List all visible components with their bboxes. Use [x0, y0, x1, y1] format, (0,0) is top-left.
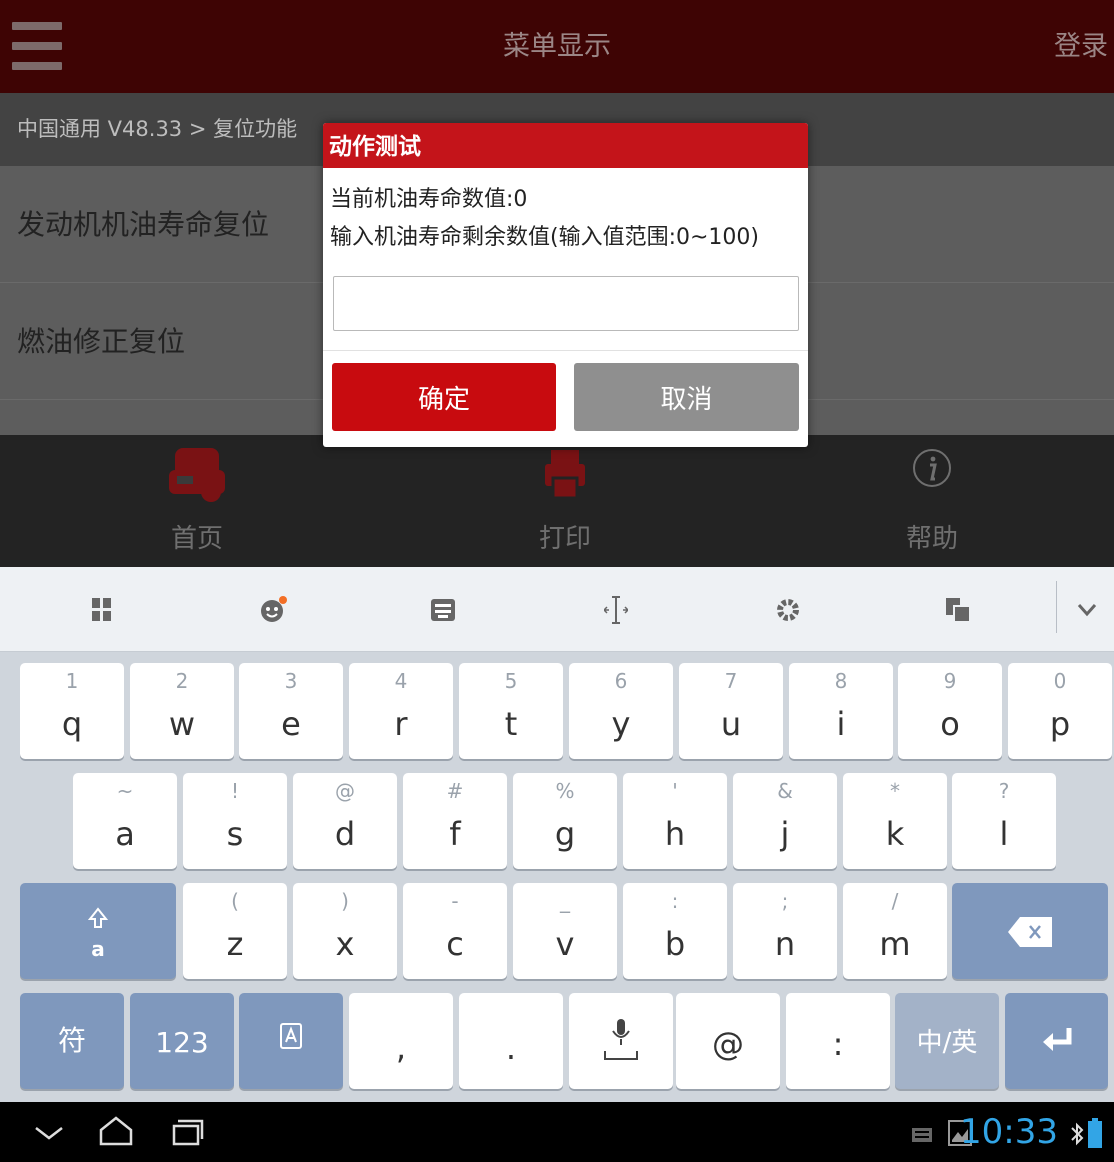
key-r[interactable]: 4r	[349, 663, 453, 759]
language-toggle-key[interactable]: 中/英	[895, 993, 999, 1089]
key-y[interactable]: 6y	[569, 663, 673, 759]
home-icon[interactable]	[98, 1116, 134, 1146]
key-z[interactable]: (z	[183, 883, 287, 979]
number-key[interactable]: 123	[130, 993, 234, 1089]
page-title: 菜单显示	[503, 31, 611, 62]
emoji-icon[interactable]	[233, 567, 313, 651]
key-l[interactable]: ? l	[952, 773, 1056, 869]
help-button[interactable]: 帮助	[862, 440, 1002, 562]
back-icon[interactable]	[32, 1122, 66, 1144]
help-label: 帮助	[905, 524, 958, 554]
clock: 10:33	[960, 1112, 1058, 1152]
info-icon	[913, 449, 951, 487]
key-p[interactable]: 0p	[1008, 663, 1112, 759]
car-icon	[169, 448, 225, 502]
keyboard-status-icon	[912, 1128, 932, 1142]
key-o[interactable]: 9o	[898, 663, 1002, 759]
input-mode-key[interactable]	[239, 993, 343, 1089]
key-m[interactable]: / m	[843, 883, 947, 979]
oil-life-input[interactable]	[333, 276, 799, 331]
key-u[interactable]: 7u	[679, 663, 783, 759]
recent-apps-icon[interactable]	[170, 1118, 204, 1146]
gear-icon[interactable]	[748, 567, 828, 651]
key-v[interactable]: _ v	[513, 883, 617, 979]
comma-key[interactable]: ,	[349, 993, 453, 1089]
keyboard-icon[interactable]	[403, 567, 483, 651]
voice-input-key[interactable]	[569, 993, 673, 1089]
key-q[interactable]: 1q	[20, 663, 124, 759]
key-e[interactable]: 3e	[239, 663, 343, 759]
key-a[interactable]: ~ a	[73, 773, 177, 869]
system-nav-bar	[0, 1102, 1114, 1162]
at-key[interactable]: @	[676, 993, 780, 1089]
key-w[interactable]: 2w	[130, 663, 234, 759]
period-key[interactable]: .	[459, 993, 563, 1089]
home-button[interactable]: 首页	[127, 440, 267, 562]
key-s[interactable]: ! s	[183, 773, 287, 869]
input-prompt-text: 输入机油寿命剩余数值(输入值范围:0~100)	[330, 225, 760, 250]
key-k[interactable]: * k	[843, 773, 947, 869]
bluetooth-icon	[1071, 1122, 1084, 1146]
print-label: 打印	[538, 524, 591, 554]
ime-book-icon	[280, 1023, 302, 1049]
backspace-key[interactable]	[952, 883, 1108, 979]
symbol-key[interactable]: 符	[20, 993, 124, 1089]
print-button[interactable]: 打印	[495, 440, 635, 562]
key-c[interactable]: -c	[403, 883, 507, 979]
key-d[interactable]: @ d	[293, 773, 397, 869]
enter-key[interactable]	[1005, 993, 1108, 1089]
enter-arrow-icon	[1043, 1028, 1072, 1051]
cursor-icon[interactable]	[576, 567, 656, 651]
printer-icon	[545, 450, 585, 500]
shift-arrow-icon	[88, 907, 108, 928]
shift-label: a	[91, 937, 105, 961]
key-b[interactable]: :b	[623, 883, 727, 979]
home-label: 首页	[170, 524, 223, 554]
battery-icon	[1088, 1118, 1102, 1148]
dialog-title: 动作测试	[323, 123, 808, 168]
microphone-icon	[604, 1019, 638, 1060]
key-x[interactable]: ) x	[293, 883, 397, 979]
backspace-icon	[1008, 917, 1052, 947]
key-g[interactable]: % g	[513, 773, 617, 869]
dialog-divider	[323, 350, 808, 351]
clipboard-icon[interactable]	[918, 567, 998, 651]
collapse-icon[interactable]	[1060, 567, 1114, 651]
action-test-dialog: 动作测试 当前机油寿命数值:0 输入机油寿命剩余数值(输入值范围:0~100) …	[323, 123, 808, 447]
shift-key[interactable]: a	[20, 883, 176, 979]
key-h[interactable]: ' h	[623, 773, 727, 869]
current-oil-life-text: 当前机油寿命数值:0	[330, 187, 528, 212]
confirm-button[interactable]: 确定	[332, 363, 556, 431]
grid-icon[interactable]	[62, 567, 142, 651]
cancel-button[interactable]: 取消	[574, 363, 799, 431]
login-button[interactable]: 登录	[1054, 0, 1108, 93]
key-f[interactable]: # f	[403, 773, 507, 869]
key-t[interactable]: 5t	[459, 663, 563, 759]
key-i[interactable]: 8i	[789, 663, 893, 759]
key-n[interactable]: ; n	[733, 883, 837, 979]
key-j[interactable]: & j	[733, 773, 837, 869]
colon-key[interactable]: :	[786, 993, 890, 1089]
toolbar-divider	[1056, 581, 1057, 633]
